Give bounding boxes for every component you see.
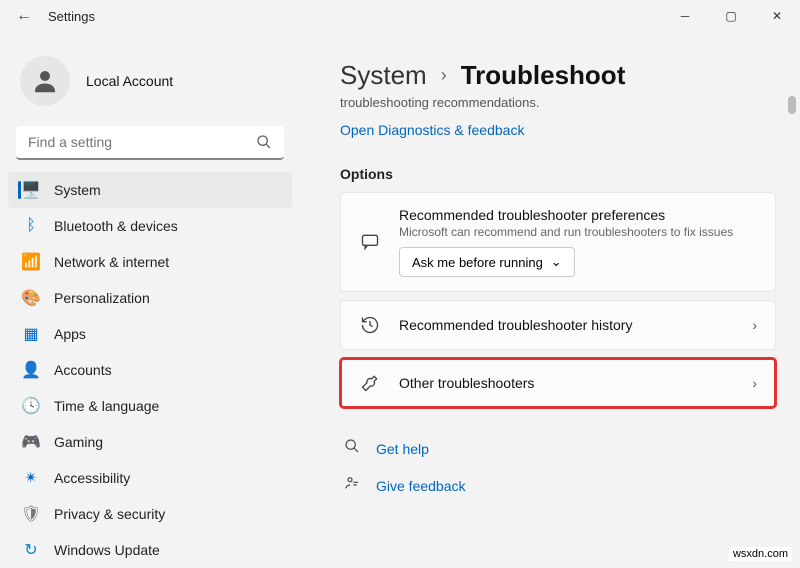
- nav-item-network[interactable]: 📶 Network & internet: [8, 244, 292, 280]
- history-title: Recommended troubleshooter history: [399, 317, 734, 333]
- close-button[interactable]: ✕: [754, 0, 800, 32]
- search-box[interactable]: [16, 126, 284, 160]
- back-icon[interactable]: ←: [16, 7, 32, 25]
- search-input[interactable]: [16, 126, 284, 160]
- accounts-icon: 👤: [22, 361, 40, 379]
- window-title: Settings: [48, 9, 95, 24]
- accessibility-icon: ✴: [22, 469, 40, 487]
- history-card[interactable]: Recommended troubleshooter history ›: [340, 300, 776, 350]
- avatar-icon: [20, 56, 70, 106]
- bluetooth-icon: ᛒ: [22, 217, 40, 235]
- get-help-row[interactable]: Get help: [340, 430, 776, 467]
- watermark: wsxdn.com: [729, 547, 792, 561]
- minimize-button[interactable]: ─: [662, 0, 708, 32]
- privacy-icon: 🛡: [22, 505, 40, 523]
- account-section[interactable]: Local Account: [8, 44, 292, 126]
- diagnostics-link[interactable]: Open Diagnostics & feedback: [340, 122, 524, 138]
- intro-text: troubleshooting recommendations.: [340, 95, 776, 110]
- nav-label: Bluetooth & devices: [54, 218, 178, 234]
- dropdown-value: Ask me before running: [412, 255, 543, 270]
- network-icon: 📶: [22, 253, 40, 271]
- nav-item-apps[interactable]: ▦ Apps: [8, 316, 292, 352]
- scrollbar-thumb[interactable]: [788, 96, 796, 114]
- nav-item-accounts[interactable]: 👤 Accounts: [8, 352, 292, 388]
- main-panel: System › Troubleshoot troubleshooting re…: [300, 32, 800, 567]
- nav-label: Privacy & security: [54, 506, 165, 522]
- nav-label: Apps: [54, 326, 86, 342]
- feedback-link[interactable]: Give feedback: [376, 478, 466, 494]
- nav-item-system[interactable]: 🖥️ System: [8, 172, 292, 208]
- breadcrumb-current: Troubleshoot: [461, 60, 626, 91]
- nav-item-bluetooth[interactable]: ᛒ Bluetooth & devices: [8, 208, 292, 244]
- other-troubleshooters-card[interactable]: Other troubleshooters ›: [340, 358, 776, 408]
- gaming-icon: 🎮: [22, 433, 40, 451]
- feedback-icon: [344, 475, 362, 496]
- nav-list: 🖥️ System ᛒ Bluetooth & devices 📶 Networ…: [8, 172, 292, 568]
- preferences-card: Recommended troubleshooter preferences M…: [340, 192, 776, 292]
- nav-label: Network & internet: [54, 254, 169, 270]
- nav-item-personalization[interactable]: 🎨 Personalization: [8, 280, 292, 316]
- update-icon: ↻: [22, 541, 40, 559]
- nav-item-update[interactable]: ↻ Windows Update: [8, 532, 292, 568]
- chevron-down-icon: ⌄: [551, 254, 562, 270]
- nav-item-time[interactable]: 🕓 Time & language: [8, 388, 292, 424]
- nav-item-accessibility[interactable]: ✴ Accessibility: [8, 460, 292, 496]
- nav-label: Time & language: [54, 398, 159, 414]
- breadcrumb: System › Troubleshoot: [340, 60, 776, 91]
- sidebar: Local Account 🖥️ System ᛒ Bluetooth & de…: [0, 32, 300, 567]
- other-title: Other troubleshooters: [399, 375, 734, 391]
- title-bar: ← Settings ─ ▢ ✕: [0, 0, 800, 32]
- system-icon: 🖥️: [22, 181, 40, 199]
- nav-label: Personalization: [54, 290, 150, 306]
- wrench-icon: [359, 373, 381, 393]
- chevron-right-icon: ›: [752, 317, 757, 333]
- search-icon: [256, 134, 272, 155]
- nav-label: Windows Update: [54, 542, 160, 558]
- apps-icon: ▦: [22, 325, 40, 343]
- pref-sub: Microsoft can recommend and run troubles…: [399, 225, 757, 239]
- nav-label: System: [54, 182, 101, 198]
- pref-dropdown[interactable]: Ask me before running ⌄: [399, 247, 575, 277]
- nav-label: Accounts: [54, 362, 112, 378]
- nav-item-privacy[interactable]: 🛡 Privacy & security: [8, 496, 292, 532]
- nav-label: Gaming: [54, 434, 103, 450]
- chevron-right-icon: ›: [441, 65, 447, 86]
- chat-icon: [359, 232, 381, 252]
- history-icon: [359, 315, 381, 335]
- options-label: Options: [340, 166, 776, 182]
- pref-title: Recommended troubleshooter preferences: [399, 207, 757, 223]
- nav-item-gaming[interactable]: 🎮 Gaming: [8, 424, 292, 460]
- chevron-right-icon: ›: [752, 375, 757, 391]
- personalization-icon: 🎨: [22, 289, 40, 307]
- help-icon: [344, 438, 362, 459]
- maximize-button[interactable]: ▢: [708, 0, 754, 32]
- feedback-row[interactable]: Give feedback: [340, 467, 776, 504]
- account-name: Local Account: [86, 73, 173, 89]
- nav-label: Accessibility: [54, 470, 130, 486]
- get-help-link[interactable]: Get help: [376, 441, 429, 457]
- breadcrumb-parent[interactable]: System: [340, 60, 427, 91]
- time-icon: 🕓: [22, 397, 40, 415]
